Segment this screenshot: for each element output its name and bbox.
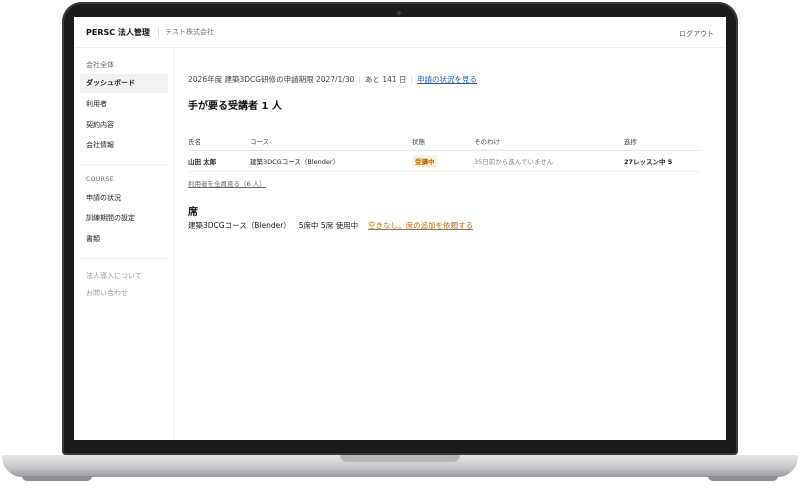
seats-usage: 5席中 5席 使用中 <box>298 221 359 230</box>
column-header-name: 氏名 <box>188 132 250 151</box>
sidebar-item-training-period[interactable]: 訓練期間の設定 <box>80 209 168 228</box>
column-header-course: コース <box>250 132 412 151</box>
sidebar-divider <box>80 258 168 259</box>
sidebar-link-contact[interactable]: お問い合わせ <box>86 288 128 298</box>
student-progress: 27レッスン中 5 <box>624 150 700 172</box>
column-header-status: 状態 <box>412 132 474 151</box>
app-screen: PERSC 法人管理 テスト株式会社 ログアウト 会社全体 ダッシュボード 利用… <box>74 17 726 440</box>
attention-table: 氏名 コース 状態 そのわけ 進捗 山田 太郎 建築3DCGコース（Blende… <box>188 132 700 172</box>
sidebar-item-dashboard[interactable]: ダッシュボード <box>80 74 168 93</box>
laptop-frame: PERSC 法人管理 テスト株式会社 ログアウト 会社全体 ダッシュボード 利用… <box>0 0 800 489</box>
sidebar-link-about[interactable]: 法人導入について <box>86 271 142 281</box>
status-cell: 受講中 <box>412 150 474 172</box>
sidebar-item-documents[interactable]: 書類 <box>80 230 168 249</box>
seats-course: 建築3DCGコース（Blender） <box>188 221 291 230</box>
sidebar: 会社全体 ダッシュボード 利用者 契約内容 会社情報 COURSE 申請の状況 … <box>74 48 174 440</box>
table-row[interactable]: 山田 太郎 建築3DCGコース（Blender） 受講中 35日前から進んでいま… <box>188 150 700 172</box>
remaining-days: あと 141 日 <box>364 75 407 84</box>
logout-link[interactable]: ログアウト <box>679 29 714 39</box>
laptop-notch <box>340 455 460 462</box>
see-all-users-link[interactable]: 利用者を全員見る（6 人） <box>188 178 266 188</box>
column-header-reason: そのわけ <box>474 132 624 151</box>
column-header-progress: 進捗 <box>624 132 700 151</box>
app-brand[interactable]: PERSC 法人管理 <box>86 27 150 38</box>
student-name[interactable]: 山田 太郎 <box>188 150 250 172</box>
application-status-link[interactable]: 申請の状況を見る <box>417 75 477 84</box>
status-badge: 受講中 <box>412 155 438 167</box>
company-name: テスト株式会社 <box>158 28 214 37</box>
sidebar-item-application-status[interactable]: 申請の状況 <box>80 189 168 208</box>
sidebar-item-company-info[interactable]: 会社情報 <box>80 136 168 155</box>
sidebar-divider <box>80 164 168 165</box>
table-header-row: 氏名 コース 状態 そのわけ 進捗 <box>188 132 700 151</box>
deadline-line: 2026年度 建築3DCG研修の申請期限 2027/1/30 | あと 141 日 |… <box>188 75 478 84</box>
request-seats-link[interactable]: 空きなし。席の追加を依頼する <box>358 221 473 230</box>
top-bar: PERSC 法人管理 テスト株式会社 ログアウト <box>74 17 726 48</box>
seats-line: 建築3DCGコース（Blender） 5席中 5席 使用中 空きなし。席の追加を依頼… <box>188 220 473 231</box>
seats-title: 席 <box>188 207 198 218</box>
laptop-foot-left <box>22 476 92 481</box>
deadline-text: 2026年度 建築3DCG研修の申請期限 2027/1/30 <box>188 75 355 84</box>
sidebar-item-company-all[interactable]: 会社全体 <box>80 56 168 75</box>
camera-dot <box>397 11 401 15</box>
attention-title: 手が要る受講者 1 人 <box>188 101 282 112</box>
student-course: 建築3DCGコース（Blender） <box>250 150 412 172</box>
sidebar-course-heading: COURSE <box>86 176 115 183</box>
laptop-foot-right <box>708 476 778 481</box>
sidebar-item-users[interactable]: 利用者 <box>80 95 168 114</box>
student-reason: 35日前から進んでいません <box>474 150 624 172</box>
sidebar-item-contract[interactable]: 契約内容 <box>80 116 168 135</box>
